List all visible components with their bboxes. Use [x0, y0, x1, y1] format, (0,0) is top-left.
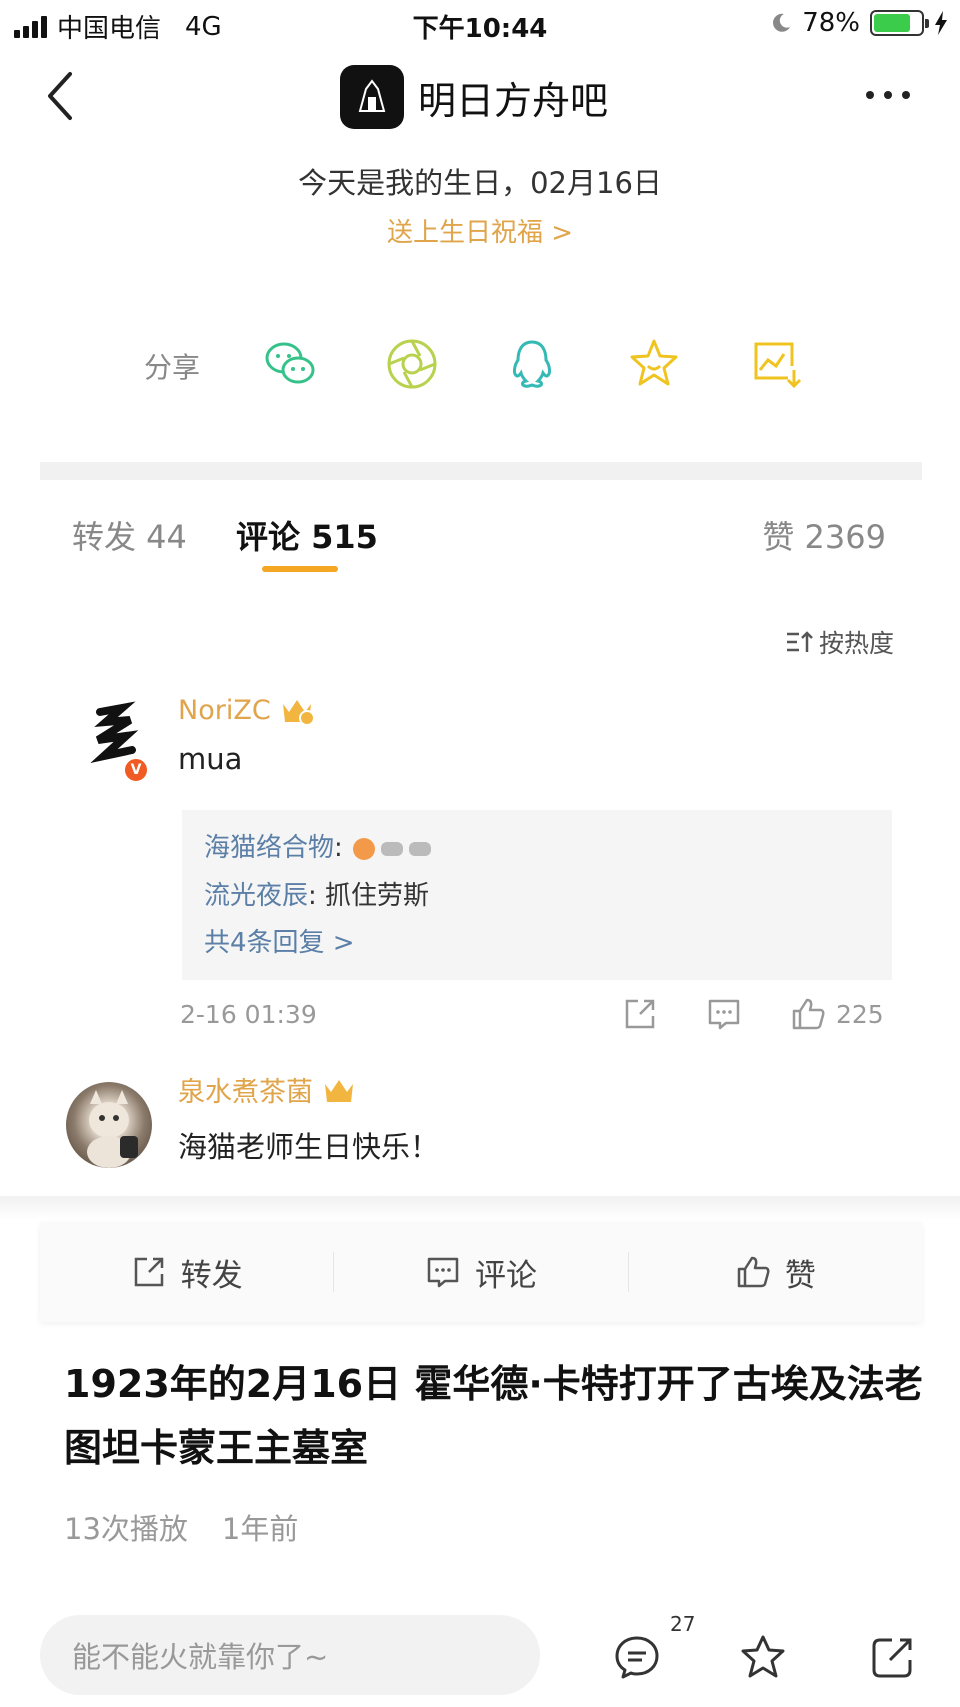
comment-count-badge: 27: [670, 1612, 696, 1636]
cat-photo: [87, 1090, 138, 1168]
emoji-icon: [353, 837, 432, 860]
like-label: 赞: [784, 1257, 816, 1294]
dot-icon: [902, 91, 910, 99]
moments-icon[interactable]: [384, 336, 440, 392]
status-bar: 中国电信 4G 下午10:44 78%: [0, 0, 960, 48]
reply-text: 抓住劳斯: [325, 881, 430, 911]
birthday-text: 今天是我的生日，02月16日: [298, 166, 662, 200]
favorite-icon[interactable]: [626, 336, 682, 392]
more-button[interactable]: [866, 80, 926, 110]
qq-icon[interactable]: [504, 336, 560, 392]
dot-icon: [866, 91, 874, 99]
castle-icon: [358, 79, 386, 112]
comment-header: 泉水煮茶菌: [178, 1070, 357, 1109]
battery-percent: 78%: [802, 8, 860, 38]
tab-comment[interactable]: 评论 515: [236, 512, 378, 558]
comment-time: 2-16 01:39: [180, 1000, 317, 1029]
nav-title[interactable]: 明日方舟吧: [340, 65, 608, 129]
share-label: 分享: [144, 351, 201, 384]
reply-preview[interactable]: 海猫络合物: 流光夜辰: 抓住劳斯 共4条回复 >: [182, 810, 892, 980]
view-all-replies-link[interactable]: 共4条回复 >: [204, 920, 870, 966]
repost-button[interactable]: 转发: [40, 1250, 333, 1295]
comment-label: 评论: [474, 1257, 537, 1294]
tab-like[interactable]: 赞 2369: [762, 512, 886, 558]
birthday-wish-link[interactable]: 送上生日祝福 >: [0, 212, 960, 249]
sort-label: 按热度: [818, 629, 894, 658]
reply-separator: :: [308, 881, 326, 911]
verified-badge: V: [122, 756, 150, 784]
moon-icon: [773, 13, 791, 32]
article-meta: 13次播放 1年前: [64, 1506, 298, 1548]
post-age: 1年前: [221, 1512, 299, 1546]
comment-input[interactable]: 能不能火就靠你了~: [40, 1615, 540, 1695]
crown-badge-icon: [325, 1079, 353, 1102]
comment-header: NoriZC: [178, 694, 315, 726]
comment-text: 海猫老师生日快乐！: [178, 1130, 440, 1164]
reply-username[interactable]: 海猫络合物: [204, 833, 334, 863]
reply-separator: :: [334, 833, 352, 863]
play-count: 13次播放: [64, 1512, 188, 1546]
wechat-icon[interactable]: [262, 336, 318, 392]
sort-icon: [786, 631, 813, 652]
comment-input-placeholder: 能不能火就靠你了~: [72, 1640, 329, 1674]
sort-by-hot-button[interactable]: 按热度: [785, 624, 894, 660]
post-action-bar: 转发 评论 赞: [40, 1222, 922, 1322]
charging-icon: [935, 11, 947, 35]
reply-item: 海猫络合物:: [204, 824, 870, 872]
chevron-left-icon: [48, 72, 72, 120]
username[interactable]: 泉水煮茶菌: [178, 1070, 313, 1109]
like-button[interactable]: 赞: [629, 1250, 922, 1295]
fade-overlay: [0, 1196, 960, 1220]
page-title: 明日方舟吧: [418, 78, 609, 123]
section-divider: [40, 462, 922, 480]
repost-icon: [134, 1257, 163, 1287]
battery-icon: [870, 10, 929, 36]
thumb-up-icon: [792, 998, 825, 1030]
reply-item: 流光夜辰: 抓住劳斯: [204, 872, 870, 920]
save-image-icon[interactable]: [748, 336, 804, 392]
avatar[interactable]: [66, 1082, 152, 1168]
forum-logo: [340, 65, 404, 129]
back-button[interactable]: [40, 66, 90, 126]
comments-icon[interactable]: [612, 1632, 662, 1682]
like-comment-button[interactable]: 225: [790, 996, 884, 1032]
share-icon[interactable]: [868, 1632, 918, 1682]
like-count: 225: [836, 999, 884, 1029]
share-comment-icon[interactable]: [622, 996, 658, 1032]
article-title[interactable]: 1923年的2月16日 霍华德·卡特打开了古埃及法老图坦卡蒙王主墓室: [64, 1352, 924, 1480]
username[interactable]: NoriZC: [178, 695, 271, 726]
reply-username[interactable]: 流光夜辰: [204, 881, 308, 911]
active-tab-indicator: [262, 566, 338, 572]
tab-repost[interactable]: 转发 44: [72, 512, 187, 558]
comment-text: mua: [178, 742, 243, 776]
repost-label: 转发: [180, 1257, 243, 1294]
favorite-icon[interactable]: [738, 1632, 788, 1682]
thumb-up-icon: [737, 1256, 770, 1288]
comment-icon: [427, 1257, 459, 1288]
reply-icon[interactable]: [706, 996, 742, 1032]
comment-button[interactable]: 评论: [334, 1250, 627, 1295]
dot-icon: [884, 91, 892, 99]
crown-badge-icon: [282, 700, 315, 726]
